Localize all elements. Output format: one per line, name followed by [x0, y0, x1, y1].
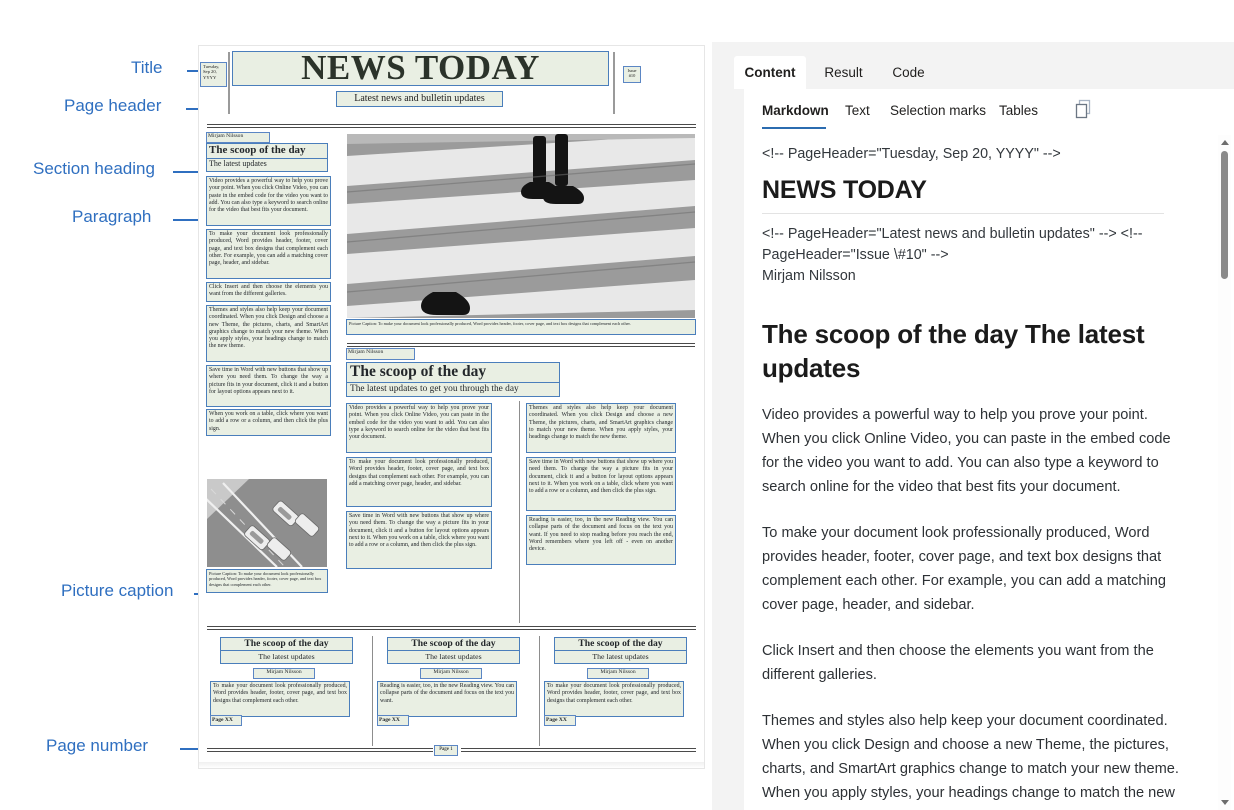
md-heading-1: NEWS TODAY — [762, 176, 927, 204]
md-paragraph-4: Themes and styles also help keep your do… — [762, 713, 1179, 810]
section3-col1-page-label: Page XX — [210, 715, 242, 726]
md-horizontal-rule — [762, 213, 1164, 214]
document-preview-pane: Title Page header Section heading Paragr… — [0, 0, 712, 810]
picture-caption: Picture Caption: To make your document l… — [346, 319, 696, 335]
scroll-down-arrow-icon[interactable] — [1220, 798, 1229, 807]
page-header-subtitle: Latest news and bulletin updates — [336, 91, 503, 107]
section2-divider — [347, 343, 695, 347]
picture-caption-2: Picture Caption: To make your document l… — [206, 569, 328, 593]
section3-col3-body: To make your document look professionall… — [544, 681, 684, 717]
section2-right-paragraph-1: Themes and styles also help keep your do… — [526, 403, 676, 453]
md-paragraph-2: To make your document look professionall… — [762, 525, 1166, 613]
tab-strip: Content Result Code — [712, 56, 1234, 89]
section1-paragraph-6: When you work on a table, click where yo… — [206, 409, 331, 436]
scroll-up-arrow-icon[interactable] — [1220, 138, 1229, 147]
section3-col3-subheading: The latest updates — [554, 650, 687, 664]
masthead-rule-left — [228, 52, 230, 114]
vertical-scrollbar[interactable] — [1218, 135, 1231, 810]
md-paragraph-1: Video provides a powerful way to help yo… — [762, 407, 1171, 495]
md-paragraph-3: Click Insert and then choose the element… — [762, 643, 1154, 683]
section1-author: Mirjam Nilsson — [206, 132, 270, 143]
scrollbar-thumb[interactable] — [1221, 151, 1228, 279]
section3-col2-subheading: The latest updates — [387, 650, 520, 664]
section1-paragraph-4: Themes and styles also help keep your do… — [206, 305, 331, 362]
section3-rule-1 — [372, 636, 374, 746]
section3-col1-body: To make your document look professionall… — [210, 681, 350, 717]
masthead-rule-right — [613, 52, 615, 114]
section3-rule-2 — [539, 636, 541, 746]
tab-result[interactable]: Result — [812, 56, 875, 89]
annotation-label-picture-caption: Picture caption — [61, 581, 174, 600]
subtab-markdown[interactable]: Markdown — [762, 97, 829, 123]
page-number: Page 1 — [434, 745, 458, 756]
masthead-date: Tuesday, Sep 20, YYYY — [200, 62, 227, 87]
markdown-content: <!-- PageHeader="Tuesday, Sep 20, YYYY" … — [762, 136, 1182, 810]
annotation-label-page-number: Page number — [46, 736, 149, 755]
section2-right-paragraph-2: Save time in Word with new buttons that … — [526, 457, 676, 511]
section3-divider — [207, 626, 696, 630]
footer-divider-right — [461, 748, 696, 752]
section3-col2-author: Mirjam Nilsson — [420, 668, 482, 679]
md-comment-date: <!-- PageHeader="Tuesday, Sep 20, YYYY" … — [762, 146, 1061, 162]
section3-col1-heading: The scoop of the day — [220, 637, 353, 652]
document-page[interactable]: Tuesday, Sep 20, YYYY NEWS TODAY Latest … — [199, 46, 704, 768]
masthead-issue: Issue #10 — [623, 66, 641, 83]
copy-icon[interactable] — [1074, 99, 1094, 121]
md-author: Mirjam Nilsson — [762, 268, 856, 284]
annotation-label-page-header: Page header — [64, 96, 162, 115]
subtab-selection-marks[interactable]: Selection marks — [890, 97, 986, 123]
subtab-text[interactable]: Text — [845, 97, 870, 123]
section1-subheading: The latest updates — [206, 158, 328, 172]
section3-col3-author: Mirjam Nilsson — [587, 668, 649, 679]
section2-left-paragraph-1: Video provides a powerful way to help yo… — [346, 403, 492, 453]
sub-tab-strip: Markdown Text Selection marks Tables — [744, 89, 1234, 133]
section2-right-paragraph-3: Reading is easier, too, in the new Readi… — [526, 515, 676, 565]
result-panel: Content Result Code Markdown Text Select… — [712, 42, 1234, 810]
masthead: Tuesday, Sep 20, YYYY NEWS TODAY Latest … — [199, 46, 704, 121]
section3-col2-page-label: Page XX — [377, 715, 409, 726]
markdown-content-scroll[interactable]: <!-- PageHeader="Tuesday, Sep 20, YYYY" … — [744, 135, 1234, 810]
section3-col3-heading: The scoop of the day — [554, 637, 687, 652]
tab-content[interactable]: Content — [734, 56, 806, 89]
section2-left-paragraph-3: Save time in Word with new buttons that … — [346, 511, 492, 569]
md-comment-headers: <!-- PageHeader="Latest news and bulleti… — [762, 226, 1143, 263]
section3-col3-page-label: Page XX — [544, 715, 576, 726]
page-title: NEWS TODAY — [232, 50, 609, 86]
section1-heading: The scoop of the day — [206, 143, 328, 160]
annotation-label-section-heading: Section heading — [33, 159, 155, 178]
page-shadow — [199, 762, 704, 768]
section1-paragraph-2: To make your document look professionall… — [206, 229, 331, 279]
md-heading-2: The scoop of the day The latest updates — [762, 319, 1145, 383]
masthead-divider — [207, 124, 696, 128]
subtab-active-underline — [762, 127, 826, 129]
annotation-label-title: Title — [131, 58, 163, 77]
photo-highway — [207, 479, 327, 567]
section2-left-paragraph-2: To make your document look professionall… — [346, 457, 492, 507]
section1-paragraph-5: Save time in Word with new buttons that … — [206, 365, 331, 407]
annotation-label-paragraph: Paragraph — [72, 207, 152, 226]
screenshot-root: Title Page header Section heading Paragr… — [0, 0, 1234, 810]
footer-divider-left — [207, 748, 433, 752]
section3-col2-heading: The scoop of the day — [387, 637, 520, 652]
photo-crosswalk — [347, 134, 695, 318]
section1-paragraph-1: Video provides a powerful way to help yo… — [206, 176, 331, 226]
section2-column-rule — [519, 401, 521, 623]
section3-col1-subheading: The latest updates — [220, 650, 353, 664]
section2-heading: The scoop of the day — [346, 362, 560, 383]
subtab-tables[interactable]: Tables — [999, 97, 1038, 123]
section2-author: Mirjam Nilsson — [346, 348, 415, 360]
section2-subheading: The latest updates to get you through th… — [346, 382, 560, 397]
tab-code[interactable]: Code — [880, 56, 937, 89]
section3-col2-body: Reading is easier, too, in the new Readi… — [377, 681, 517, 717]
section1-paragraph-3: Click Insert and then choose the element… — [206, 282, 331, 302]
section3-col1-author: Mirjam Nilsson — [253, 668, 315, 679]
panel-body: Markdown Text Selection marks Tables <!-… — [744, 89, 1234, 810]
